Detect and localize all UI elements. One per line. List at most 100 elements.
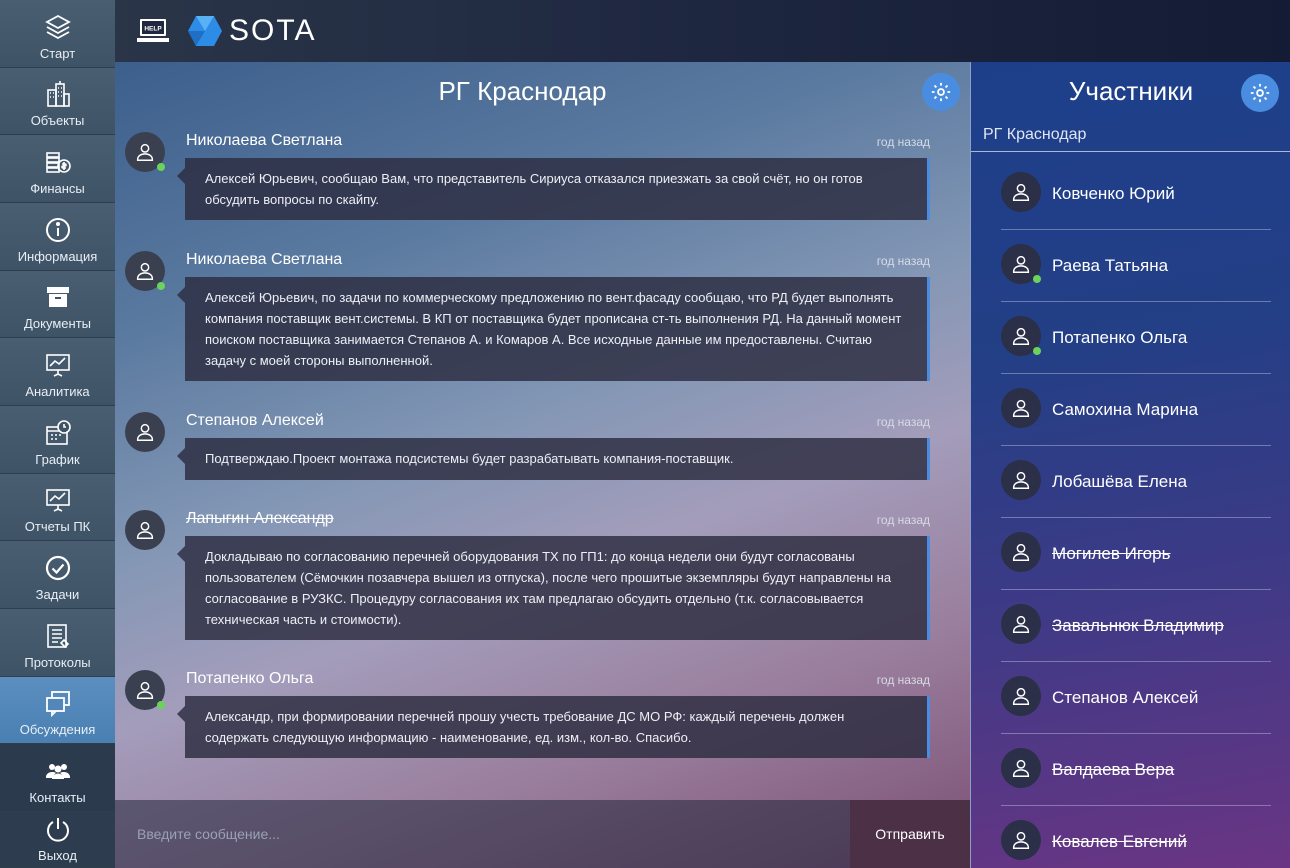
avatar[interactable] xyxy=(125,251,165,291)
logo: SOTA xyxy=(187,14,316,48)
user-icon xyxy=(136,262,154,280)
nav-label: Объекты xyxy=(30,113,85,129)
user-icon xyxy=(1012,543,1030,561)
message-bubble: Алексей Юрьевич, сообщаю Вам, что предст… xyxy=(177,158,930,220)
nav-item-analytics[interactable]: Аналитика xyxy=(0,338,115,407)
avatar xyxy=(1001,820,1041,860)
user-icon xyxy=(1012,831,1030,849)
message-bubble: Александр, при формировании перечней про… xyxy=(177,696,930,758)
money-icon xyxy=(43,147,73,177)
participant-item[interactable]: Ковченко Юрий xyxy=(1001,158,1271,230)
participant-item[interactable]: Самохина Марина xyxy=(1001,374,1271,446)
message-author[interactable]: Потапенко Ольга xyxy=(186,670,313,688)
user-icon xyxy=(136,521,154,539)
participant-item[interactable]: Степанов Алексей xyxy=(1001,662,1271,734)
calendar-clock-icon xyxy=(43,418,73,448)
presentation-chart-icon xyxy=(43,350,73,380)
participant-item[interactable]: Завальнюк Владимир xyxy=(1001,590,1271,662)
divider xyxy=(971,151,1290,152)
avatar xyxy=(1001,676,1041,716)
participant-item[interactable]: Ковалев Евгений xyxy=(1001,806,1271,868)
participant-item[interactable]: Валдаева Вера xyxy=(1001,734,1271,806)
avatar xyxy=(1001,748,1041,788)
nav-item-start[interactable]: Старт xyxy=(0,0,115,68)
user-icon xyxy=(1012,615,1030,633)
check-circle-icon xyxy=(43,553,73,583)
message-author[interactable]: Степанов Алексей xyxy=(186,412,324,430)
message-time: год назад xyxy=(876,513,930,527)
send-button[interactable]: Отправить xyxy=(850,800,970,868)
avatar xyxy=(1001,244,1041,284)
avatar[interactable] xyxy=(125,132,165,172)
participant-name: Потапенко Ольга xyxy=(1052,328,1188,347)
message-author[interactable]: Лапыгин Александр xyxy=(186,510,334,528)
avatar[interactable] xyxy=(125,412,165,452)
gear-icon xyxy=(931,82,951,102)
discussion-settings-button[interactable] xyxy=(922,73,960,111)
avatar[interactable] xyxy=(125,670,165,710)
avatar xyxy=(1001,316,1041,356)
nav-item-objects[interactable]: Объекты xyxy=(0,67,115,136)
discussion-title: РГ Краснодар xyxy=(438,76,607,106)
nav-label: Документы xyxy=(23,316,91,332)
nav-label: Контакты xyxy=(29,790,86,806)
power-icon xyxy=(43,816,73,844)
nav-item-contacts[interactable]: Контакты xyxy=(0,744,115,813)
report-board-icon xyxy=(43,485,73,515)
nav-item-finance[interactable]: Финансы xyxy=(0,135,115,204)
document-lines-icon xyxy=(43,621,73,651)
message-time: год назад xyxy=(876,135,930,149)
online-indicator xyxy=(157,701,165,709)
archive-box-icon xyxy=(43,282,73,312)
nav-label: Финансы xyxy=(30,181,85,197)
user-icon xyxy=(136,143,154,161)
nav-item-protocols[interactable]: Протоколы xyxy=(0,609,115,677)
nav-item-discussions[interactable]: Обсуждения xyxy=(0,676,115,745)
participant-item[interactable]: Могилев Игорь xyxy=(1001,518,1271,590)
nav-label: Старт xyxy=(39,45,76,61)
user-icon xyxy=(136,681,154,699)
message-author[interactable]: Николаева Светлана xyxy=(186,251,342,269)
participant-item[interactable]: Лобашёва Елена xyxy=(1001,446,1271,518)
nav-item-logout[interactable]: Выход xyxy=(0,812,115,868)
participant-name: Могилев Игорь xyxy=(1052,544,1171,563)
online-indicator xyxy=(157,282,165,290)
message-bubble: Докладываю по согласованию перечней обор… xyxy=(177,536,930,640)
nav-label: Выход xyxy=(38,848,77,864)
avatar xyxy=(1001,460,1041,500)
message-time: год назад xyxy=(876,415,930,429)
info-icon xyxy=(43,215,73,245)
message-input[interactable] xyxy=(115,800,850,868)
participant-name: Ковченко Юрий xyxy=(1052,184,1175,203)
discussion-panel: РГ Краснодар Николаева Светлана год наза… xyxy=(115,62,970,868)
participant-name: Раева Татьяна xyxy=(1052,256,1169,275)
message-author[interactable]: Николаева Светлана xyxy=(186,132,342,150)
top-bar: HELP SOTA xyxy=(115,0,1290,62)
help-laptop-icon[interactable]: HELP xyxy=(137,17,169,45)
nav-label: Информация xyxy=(17,248,98,264)
online-indicator xyxy=(157,163,165,171)
avatar xyxy=(1001,532,1041,572)
message-composer: Отправить xyxy=(115,800,970,868)
help-label: HELP xyxy=(144,26,162,33)
nav-item-info[interactable]: Информация xyxy=(0,203,115,271)
nav-item-documents[interactable]: Документы xyxy=(0,270,115,339)
participant-item[interactable]: Потапенко Ольга xyxy=(1001,302,1271,374)
people-group-icon xyxy=(43,756,73,786)
buildings-icon xyxy=(43,79,73,109)
participant-item[interactable]: Раева Татьяна xyxy=(1001,230,1271,302)
participant-name: Степанов Алексей xyxy=(1052,688,1199,707)
nav-item-reports[interactable]: Отчеты ПК xyxy=(0,473,115,542)
avatar xyxy=(1001,604,1041,644)
nav-label: Аналитика xyxy=(25,384,90,400)
message-bubble: Алексей Юрьевич, по задачи по коммерческ… xyxy=(177,277,930,381)
nav-label: Обсуждения xyxy=(19,722,96,738)
layers-icon xyxy=(43,12,73,42)
chat-windows-icon xyxy=(43,688,73,718)
avatar[interactable] xyxy=(125,510,165,550)
nav-item-schedule[interactable]: График xyxy=(0,406,115,474)
user-icon xyxy=(1012,399,1030,417)
logo-text: SOTA xyxy=(229,14,317,47)
participants-settings-button[interactable] xyxy=(1241,74,1279,112)
nav-item-tasks[interactable]: Задачи xyxy=(0,541,115,610)
